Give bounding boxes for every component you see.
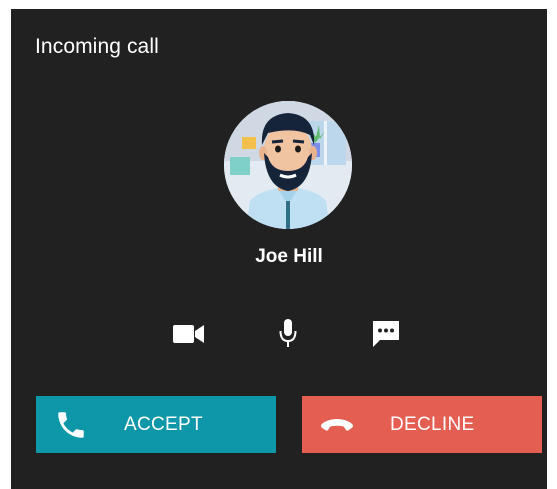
decline-button[interactable]: DECLINE bbox=[302, 396, 542, 453]
message-icon bbox=[373, 321, 399, 347]
video-camera-icon bbox=[173, 325, 204, 343]
avatar bbox=[224, 101, 352, 229]
quick-actions bbox=[11, 317, 557, 351]
decline-label: DECLINE bbox=[390, 413, 475, 435]
dialog-title: Incoming call bbox=[35, 35, 159, 58]
phone-icon bbox=[36, 408, 106, 442]
accept-button[interactable]: ACCEPT bbox=[36, 396, 276, 453]
incoming-call-dialog: Incoming call Joe Hill ACCEPT DECLINE bbox=[11, 9, 547, 489]
caller-name: Joe Hill bbox=[255, 246, 323, 267]
audio-call-button[interactable] bbox=[268, 317, 308, 351]
hang-up-icon bbox=[302, 415, 372, 435]
message-button[interactable] bbox=[366, 317, 406, 351]
microphone-icon bbox=[279, 319, 297, 347]
accept-label: ACCEPT bbox=[124, 413, 203, 435]
video-call-button[interactable] bbox=[169, 317, 209, 351]
